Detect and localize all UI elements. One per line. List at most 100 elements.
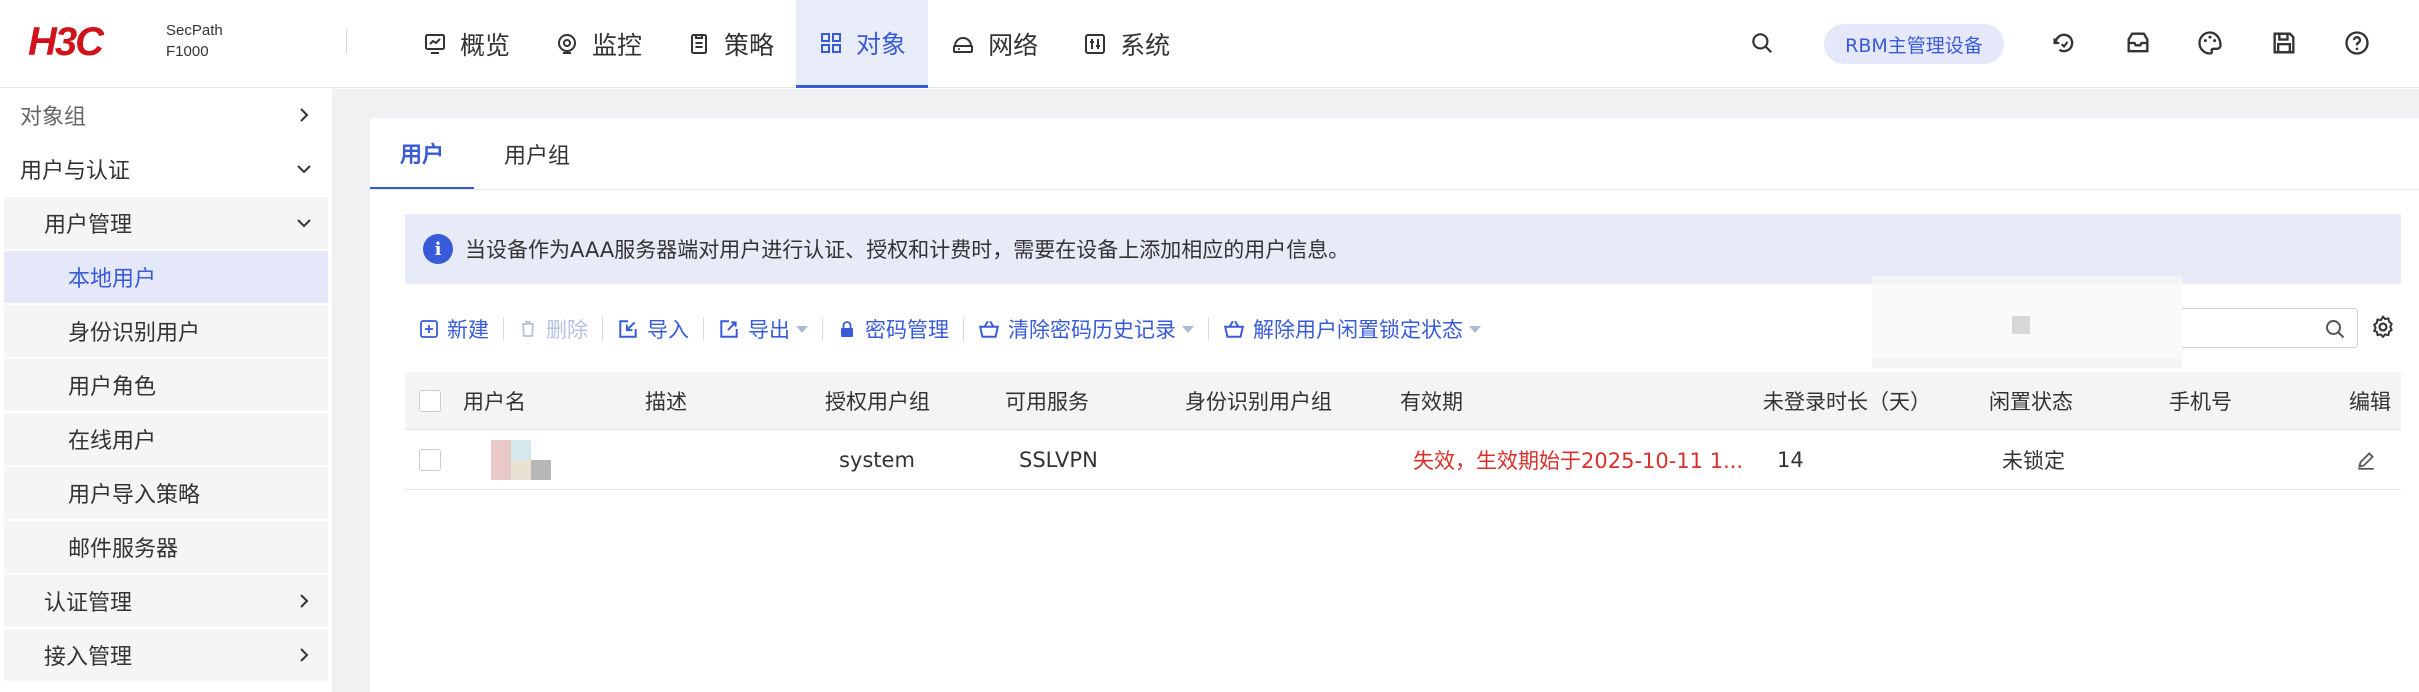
nav-overview[interactable]: 概览 — [400, 0, 532, 88]
sidebar-item-access-mgmt[interactable]: 接入管理 — [4, 629, 328, 681]
palette-icon[interactable] — [2192, 25, 2228, 61]
nav-monitor-label: 监控 — [592, 31, 643, 60]
nav-system[interactable]: 系统 — [1060, 0, 1192, 88]
cell-edit — [2355, 430, 2377, 489]
delete-button-label: 删除 — [546, 318, 588, 342]
col-phone[interactable]: 手机号 — [2169, 372, 2232, 429]
plus-square-icon — [420, 320, 438, 338]
chevron-down-icon — [297, 165, 311, 174]
col-service[interactable]: 可用服务 — [1005, 372, 1089, 429]
new-button-label: 新建 — [447, 318, 489, 342]
table-row[interactable]: system SSLVPN 失效，生效期始于2025-10-11 1... 14… — [405, 430, 2401, 490]
nav-objects[interactable]: 对象 — [796, 0, 929, 88]
sidebar-item-identity-users[interactable]: 身份识别用户 — [4, 305, 328, 357]
col-edit: 编辑 — [2349, 389, 2391, 414]
refresh-save-icon[interactable] — [2046, 25, 2082, 61]
cell-inactive-days: 14 — [1777, 447, 1804, 472]
system-panel-icon — [1082, 31, 1108, 57]
nav-overview-label: 概览 — [460, 31, 511, 60]
chevron-right-icon — [300, 594, 309, 608]
col-description[interactable]: 描述 — [645, 372, 687, 429]
col-identity-group[interactable]: 身份识别用户组 — [1185, 372, 1332, 429]
tab-users[interactable]: 用户 — [370, 118, 475, 190]
sidebar-item-label: 用户导入策略 — [68, 483, 201, 508]
sidebar-item-label: 身份识别用户 — [68, 321, 201, 346]
sidebar-item-auth-mgmt[interactable]: 认证管理 — [4, 575, 328, 627]
inbox-icon[interactable] — [2120, 25, 2156, 61]
search-icon[interactable] — [2323, 317, 2347, 341]
sidebar-item-import-policy[interactable]: 用户导入策略 — [4, 467, 328, 519]
redacted-username — [491, 439, 551, 480]
grid-objects-icon — [818, 30, 844, 56]
import-button[interactable]: 导入 — [603, 305, 703, 353]
import-button-label: 导入 — [647, 318, 689, 342]
chart-monitor-icon — [422, 31, 448, 57]
col-idle-status[interactable]: 闲置状态 — [1989, 372, 2073, 429]
nav-network-label: 网络 — [988, 31, 1039, 60]
policy-document-icon — [686, 31, 712, 57]
table-header: 用户名 描述 授权用户组 可用服务 身份识别用户组 有效期 未登录时长（天） 闲… — [405, 372, 2401, 430]
router-icon — [950, 31, 976, 57]
chevron-right-icon — [300, 648, 309, 662]
nav-policy[interactable]: 策略 — [664, 0, 796, 88]
sidebar-item-user-roles[interactable]: 用户角色 — [4, 359, 328, 411]
col-username[interactable]: 用户名 — [463, 372, 526, 429]
gear-icon[interactable] — [2370, 314, 2396, 340]
caret-down-icon — [796, 325, 808, 333]
col-validity[interactable]: 有效期 — [1400, 372, 1463, 429]
export-button-label: 导出 — [748, 318, 790, 342]
basket-icon — [1223, 320, 1245, 338]
info-text: 当设备作为AAA服务器端对用户进行认证、授权和计费时，需要在设备上添加相应的用户… — [465, 238, 1350, 262]
users-table: 用户名 描述 授权用户组 可用服务 身份识别用户组 有效期 未登录时长（天） 闲… — [405, 372, 2401, 490]
brand-logo[interactable]: H3C SecPath F1000 — [28, 20, 223, 64]
sidebar-item-label: 接入管理 — [44, 645, 133, 670]
sidebar-item-label: 认证管理 — [44, 591, 133, 616]
info-icon: i — [423, 234, 453, 264]
search-icon[interactable] — [1744, 25, 1780, 61]
select-all-checkbox[interactable] — [419, 389, 441, 412]
trash-icon — [522, 321, 534, 337]
col-auth-group[interactable]: 授权用户组 — [825, 372, 930, 429]
sidebar-item-online-users[interactable]: 在线用户 — [4, 413, 328, 465]
nav-monitor[interactable]: 监控 — [532, 0, 664, 88]
row-checkbox[interactable] — [419, 448, 441, 471]
cell-validity: 失效，生效期始于2025-10-11 1... — [1413, 448, 1744, 473]
main-nav: 概览 监控 策略 对象 网络 系统 — [400, 0, 1192, 88]
sidebar-item-label: 用户角色 — [68, 375, 157, 400]
unlock-idle-button[interactable]: 解除用户闲置锁定状态 — [1209, 305, 1495, 353]
logo-divider — [346, 28, 347, 54]
clear-password-history-button[interactable]: 清除密码历史记录 — [964, 305, 1208, 353]
sidebar-item-users-auth[interactable]: 用户与认证 — [4, 143, 328, 195]
save-disk-icon[interactable] — [2266, 25, 2302, 61]
export-button[interactable]: 导出 — [704, 305, 822, 353]
col-inactive-days[interactable]: 未登录时长（天） — [1763, 372, 1931, 429]
nav-network[interactable]: 网络 — [928, 0, 1060, 88]
monitor-eye-icon — [554, 31, 580, 57]
password-mgmt-button[interactable]: 密码管理 — [823, 305, 963, 353]
tab-bar: 用户 用户组 — [370, 118, 600, 190]
nav-system-label: 系统 — [1120, 31, 1171, 60]
nav-policy-label: 策略 — [724, 31, 775, 60]
product-line: SecPath — [166, 22, 223, 39]
select-all-checkbox-cell — [419, 372, 441, 429]
toolbar: 新建 删除 导入 导出 密码管理 清除密码历史记录 解除用户闲置锁定状态 — [405, 305, 1495, 353]
redacted-filter-field[interactable] — [1872, 276, 2182, 368]
rbm-status-badge[interactable]: RBM主管理设备 — [1824, 24, 2004, 64]
new-button[interactable]: 新建 — [405, 305, 503, 353]
sidebar-item-object-groups[interactable]: 对象组 — [4, 89, 328, 141]
nav-objects-label: 对象 — [856, 29, 907, 59]
sidebar-item-local-users[interactable]: 本地用户 — [4, 251, 328, 303]
search-input[interactable] — [2182, 308, 2358, 348]
redacted-placeholder — [2012, 316, 2030, 334]
lock-icon — [841, 321, 853, 337]
tab-user-groups[interactable]: 用户组 — [474, 118, 600, 190]
delete-button[interactable]: 删除 — [504, 305, 602, 353]
sidebar-item-mail-server[interactable]: 邮件服务器 — [4, 521, 328, 573]
logo-subtitle: SecPath F1000 — [166, 20, 223, 62]
chevron-right-icon — [300, 108, 309, 122]
sidebar-item-user-mgmt[interactable]: 用户管理 — [4, 197, 328, 249]
top-bar: H3C SecPath F1000 概览 监控 策略 对象 网络 系统 RBM主… — [0, 0, 2419, 88]
help-icon[interactable] — [2339, 25, 2375, 61]
caret-down-icon — [1182, 325, 1194, 333]
edit-pencil-icon[interactable] — [2355, 449, 2377, 471]
